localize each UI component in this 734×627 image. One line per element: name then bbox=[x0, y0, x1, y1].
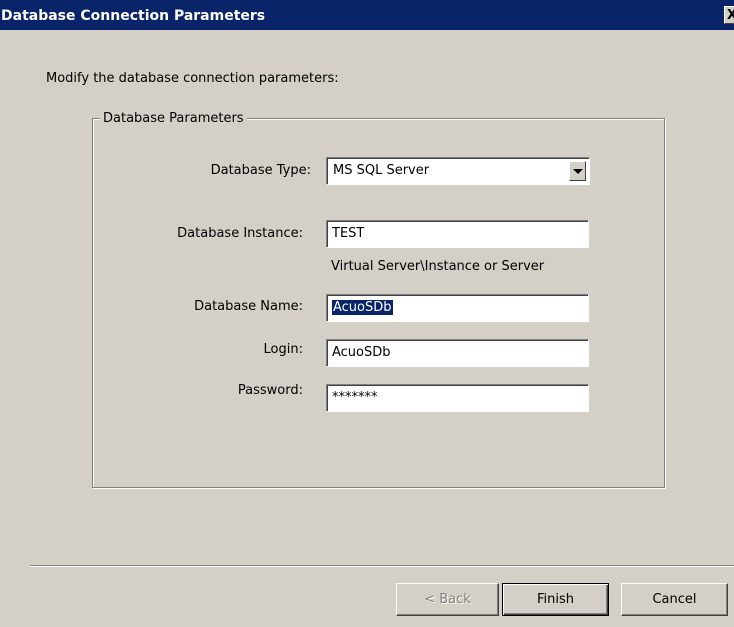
finish-button[interactable]: Finish bbox=[502, 583, 609, 616]
login-input[interactable]: AcuoSDb bbox=[326, 339, 589, 367]
cancel-button[interactable]: Cancel bbox=[621, 583, 728, 616]
database-type-select[interactable]: MS SQL Server bbox=[326, 157, 590, 185]
title-bar[interactable]: Database Connection Parameters X bbox=[0, 0, 734, 30]
database-name-input[interactable]: AcuoSDb bbox=[326, 294, 589, 322]
password-label: Password: bbox=[237, 383, 303, 398]
group-legend: Database Parameters bbox=[100, 111, 247, 126]
footer-separator bbox=[30, 565, 734, 567]
database-instance-input[interactable]: TEST bbox=[326, 220, 589, 248]
database-type-value: MS SQL Server bbox=[333, 163, 430, 178]
database-instance-label: Database Instance: bbox=[177, 226, 303, 241]
instruction-text: Modify the database connection parameter… bbox=[46, 71, 339, 86]
database-type-label: Database Type: bbox=[210, 163, 311, 178]
database-name-selected-text: AcuoSDb bbox=[332, 300, 393, 315]
password-input[interactable]: ******* bbox=[326, 384, 589, 412]
database-name-label: Database Name: bbox=[194, 299, 303, 314]
chevron-down-icon[interactable] bbox=[569, 161, 586, 181]
database-instance-hint: Virtual Server\Instance or Server bbox=[331, 259, 545, 274]
window-title: Database Connection Parameters bbox=[1, 8, 266, 24]
close-icon[interactable]: X bbox=[724, 6, 734, 24]
back-button[interactable]: < Back bbox=[396, 583, 499, 616]
login-label: Login: bbox=[263, 342, 303, 357]
